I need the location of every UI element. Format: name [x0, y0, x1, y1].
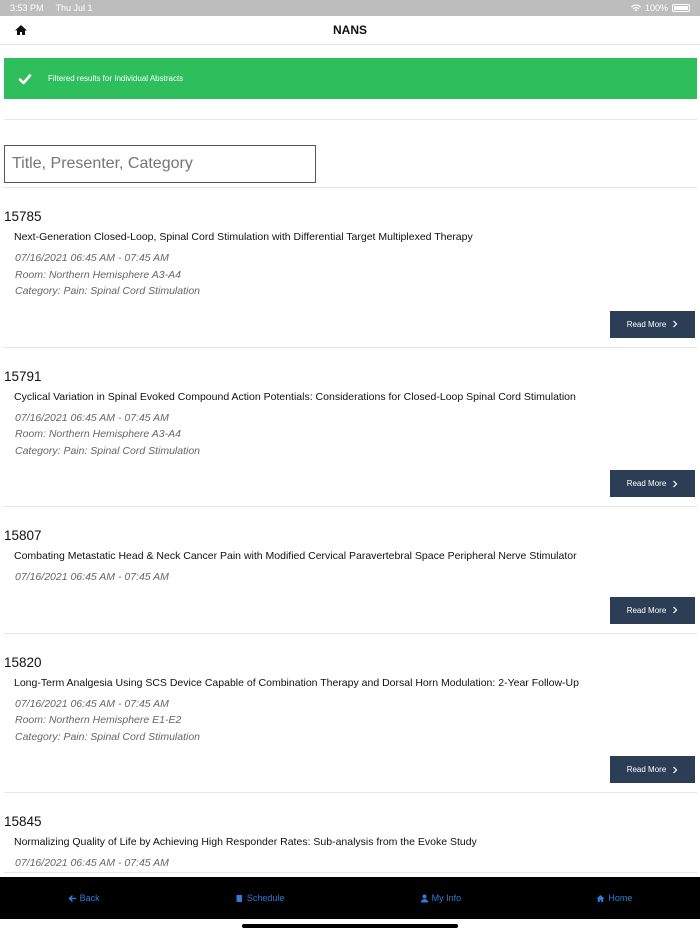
read-more-button[interactable]: Read More: [610, 596, 695, 624]
abstract-room: Room: Northern Hemisphere E1-E2: [15, 714, 182, 726]
abstract-time: 07/16/2021 06:45 AM - 07:45 AM: [15, 252, 169, 264]
book-icon: [236, 894, 242, 902]
abstract-title: Next-Generation Closed-Loop, Spinal Cord…: [14, 231, 473, 243]
button-row: Read More: [4, 745, 697, 792]
button-row: Read More: [4, 586, 697, 633]
chevron-right-icon: [673, 766, 678, 773]
abstract-id: 15785: [4, 209, 42, 224]
abstract-category: Category: Pain: Spinal Cord Stimulation: [15, 730, 201, 743]
read-more-label: Read More: [626, 319, 667, 329]
chevron-right-icon: [673, 606, 678, 614]
abstract-time: 07/16/2021 06:45 AM - 07:45 AM: [15, 411, 169, 424]
page-title: NANS: [332, 23, 367, 37]
read-more-label: Read More: [626, 765, 667, 774]
list-item: 15820 Long-Term Analgesia Using SCS Devi…: [4, 634, 697, 793]
wifi-icon: [630, 4, 641, 12]
list-item: 15785 Next-Generation Closed-Loop, Spina…: [4, 188, 697, 348]
abstract-time: 07/16/2021 06:45 AM - 07:45 AM: [15, 697, 169, 710]
status-right: 100%: [630, 3, 690, 13]
battery-percent: 100%: [644, 3, 668, 13]
button-row: Read More: [4, 459, 697, 506]
user-icon: [420, 894, 428, 902]
abstract-room: Room: Northern Hemisphere A3-A4: [15, 428, 181, 440]
read-more-button[interactable]: Read More: [610, 470, 695, 497]
abstract-category: Category: Pain: Spinal Cord Stimulation: [15, 444, 201, 457]
abstract-id: 15845: [4, 814, 42, 829]
tab-home[interactable]: Home: [596, 893, 632, 903]
filter-banner: Filtered results for Individual Abstract…: [4, 58, 697, 99]
button-row: Read More: [4, 300, 697, 347]
divider: [4, 119, 697, 120]
abstract-meta: 07/16/2021 06:45 AM - 07:45 AM Room: Nor…: [15, 410, 697, 460]
abstract-meta: 07/16/2021 06:45 AM - 07:45 AM: [15, 569, 697, 586]
bottom-tab-bar: Back Schedule My Info Home: [0, 877, 700, 919]
chevron-right-icon: [673, 320, 678, 328]
abstract-time: 07/16/2021 06:45 AM - 07:45 AM: [15, 571, 169, 583]
abstract-title: Normalizing Quality of Life by Achieving…: [14, 836, 477, 848]
check-icon: [18, 73, 32, 84]
read-more-button[interactable]: Read More: [610, 756, 695, 783]
arrow-left-icon: [68, 894, 76, 902]
abstract-id: 15791: [4, 368, 42, 384]
read-more-label: Read More: [626, 479, 667, 488]
list-item: 15791 Cyclical Variation in Spinal Evoke…: [4, 348, 697, 507]
abstract-category: Category: Pain: Spinal Cord Stimulation: [15, 285, 201, 297]
abstract-meta: 07/16/2021 06:45 AM - 07:45 AM Room: Nor…: [15, 696, 697, 746]
home-indicator[interactable]: [242, 924, 458, 928]
tab-back[interactable]: Back: [68, 893, 100, 903]
abstract-id: 15807: [4, 528, 42, 543]
tab-schedule-label: Schedule: [246, 893, 285, 903]
status-bar: 3:53 PM Thu Jul 1 100%: [0, 0, 700, 16]
battery-icon: [672, 4, 690, 12]
tab-schedule[interactable]: Schedule: [235, 893, 285, 903]
read-more-label: Read More: [626, 605, 667, 615]
list-item: 15845 Normalizing Quality of Life by Ach…: [4, 793, 697, 873]
abstract-meta: 07/16/2021 06:45 AM - 07:45 AM: [15, 855, 697, 872]
abstract-title: Cyclical Variation in Spinal Evoked Comp…: [14, 390, 576, 403]
tab-my-info[interactable]: My Info: [420, 893, 462, 903]
abstract-meta: 07/16/2021 06:45 AM - 07:45 AM Room: Nor…: [15, 250, 697, 300]
abstract-title: Long-Term Analgesia Using SCS Device Cap…: [14, 676, 579, 689]
home-icon: [596, 894, 605, 902]
tab-back-label: Back: [79, 893, 100, 903]
list-item: 15807 Combating Metastatic Head & Neck C…: [4, 507, 697, 634]
banner-message: Filtered results for Individual Abstract…: [48, 74, 184, 83]
search-input[interactable]: [4, 145, 316, 183]
abstract-time: 07/16/2021 06:45 AM - 07:45 AM: [15, 857, 169, 869]
abstract-list: 15785 Next-Generation Closed-Loop, Spina…: [4, 188, 697, 876]
chevron-right-icon: [673, 480, 678, 487]
tab-home-label: Home: [608, 893, 633, 903]
home-icon[interactable]: [14, 23, 28, 37]
status-time: 3:53 PM: [10, 3, 44, 13]
nav-bar: NANS: [0, 16, 700, 45]
read-more-button[interactable]: Read More: [610, 310, 695, 338]
tab-my-info-label: My Info: [431, 893, 462, 903]
abstract-title: Combating Metastatic Head & Neck Cancer …: [14, 550, 577, 562]
abstract-id: 15820: [4, 654, 42, 670]
abstract-room: Room: Northern Hemisphere A3-A4: [15, 268, 181, 281]
status-date: Thu Jul 1: [55, 3, 93, 13]
